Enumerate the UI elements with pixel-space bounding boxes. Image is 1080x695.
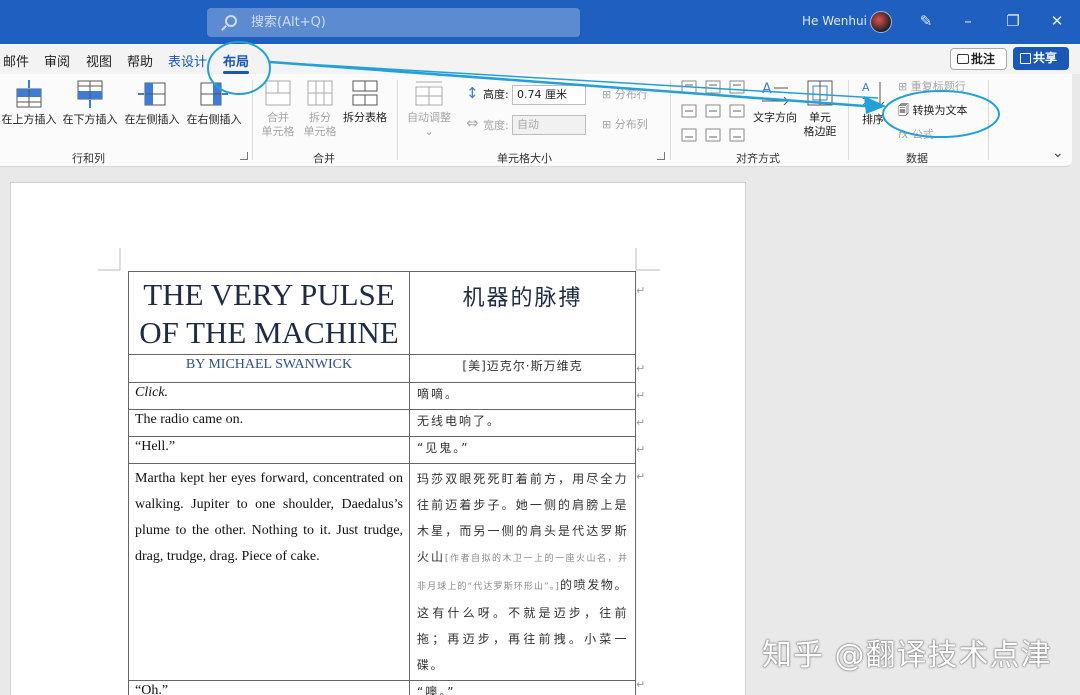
table-cell[interactable]: 机器的脉搏 bbox=[409, 271, 636, 355]
table-row: “Oh.” “噢。” bbox=[128, 680, 636, 695]
text-zh: “见鬼。” bbox=[417, 441, 470, 455]
paragraph-zh: 玛莎双眼死死盯着前方，用尽全力往前迈着步子。她一侧的肩膀上是木星，而另一侧的肩头… bbox=[417, 466, 628, 678]
paragraph-en: Martha kept her eyes forward, concentrat… bbox=[135, 471, 403, 564]
table-cell[interactable]: “见鬼。” bbox=[409, 436, 636, 464]
row-end-mark: ↵ bbox=[636, 416, 646, 429]
byline-en: BY MICHAEL SWANWICK bbox=[185, 357, 353, 372]
table-cell[interactable]: Martha kept her eyes forward, concentrat… bbox=[128, 463, 410, 681]
annotation-arrow-line-2 bbox=[269, 61, 879, 99]
table-cell[interactable]: 玛莎双眼死死盯着前方，用尽全力往前迈着步子。她一侧的肩膀上是木星，而另一侧的肩头… bbox=[409, 463, 636, 681]
row-end-mark: ↵ bbox=[636, 678, 646, 691]
text-en: The radio came on. bbox=[135, 412, 244, 427]
annotation-circle-convert bbox=[882, 90, 1000, 138]
table-cell[interactable]: Click. bbox=[128, 382, 410, 410]
text-en: “Oh.” bbox=[135, 683, 169, 695]
table-cell[interactable]: BY MICHAEL SWANWICK bbox=[128, 354, 410, 383]
table-cell[interactable]: “噢。” bbox=[409, 680, 636, 695]
text-zh: 嘀嘀。 bbox=[417, 387, 460, 401]
bilingual-table: THE VERY PULSE OF THE MACHINE 机器的脉搏 BY M… bbox=[128, 271, 636, 695]
paragraph-zh-b: 的喷发物。这有什么呀。不就是迈步，往前拖；再迈步，再往前拽。小菜一碟。 bbox=[417, 578, 628, 672]
row-end-mark: ↵ bbox=[636, 443, 646, 456]
annotation-arrow-line bbox=[269, 60, 879, 109]
table-row: The radio came on. 无线电响了。 bbox=[128, 409, 636, 437]
table-row: THE VERY PULSE OF THE MACHINE 机器的脉搏 bbox=[128, 271, 636, 355]
table-cell[interactable]: 无线电响了。 bbox=[409, 409, 636, 437]
byline-zh: [美]迈克尔·斯万维克 bbox=[462, 359, 583, 373]
text-en: “Hell.” bbox=[135, 439, 176, 454]
row-end-mark: ↵ bbox=[636, 389, 646, 402]
text-zh: “噢。” bbox=[417, 685, 456, 695]
table-row: Click. 嘀嘀。 bbox=[128, 382, 636, 410]
table-cell[interactable]: The radio came on. bbox=[128, 409, 410, 437]
table-row: Martha kept her eyes forward, concentrat… bbox=[128, 463, 636, 681]
table-cell[interactable]: [美]迈克尔·斯万维克 bbox=[409, 354, 636, 383]
row-end-mark: ↵ bbox=[636, 362, 646, 375]
annotation-overlay bbox=[207, 41, 1000, 138]
row-end-mark: ↵ bbox=[636, 284, 646, 297]
table-cell[interactable]: “Hell.” bbox=[128, 436, 410, 464]
table-row: “Hell.” “见鬼。” bbox=[128, 436, 636, 464]
title-zh: 机器的脉搏 bbox=[462, 286, 583, 311]
table-cell[interactable]: THE VERY PULSE OF THE MACHINE bbox=[128, 271, 410, 355]
annotation-circle-layout bbox=[207, 41, 271, 95]
table-cell[interactable]: 嘀嘀。 bbox=[409, 382, 636, 410]
row-end-mark: ↵ bbox=[636, 470, 646, 483]
text-en: Click. bbox=[135, 385, 169, 400]
watermark: 知乎 @翻译技术点津 bbox=[762, 638, 1052, 673]
table-cell[interactable]: “Oh.” bbox=[128, 680, 410, 695]
table-row: BY MICHAEL SWANWICK [美]迈克尔·斯万维克 bbox=[128, 354, 636, 383]
paragraph-zh-a: 玛莎双眼死死盯着前方，用尽全力往前迈着步子。她一侧的肩膀上是木星，而另一侧的肩头… bbox=[417, 472, 628, 564]
text-zh: 无线电响了。 bbox=[417, 414, 502, 428]
title-en: THE VERY PULSE OF THE MACHINE bbox=[139, 277, 399, 350]
